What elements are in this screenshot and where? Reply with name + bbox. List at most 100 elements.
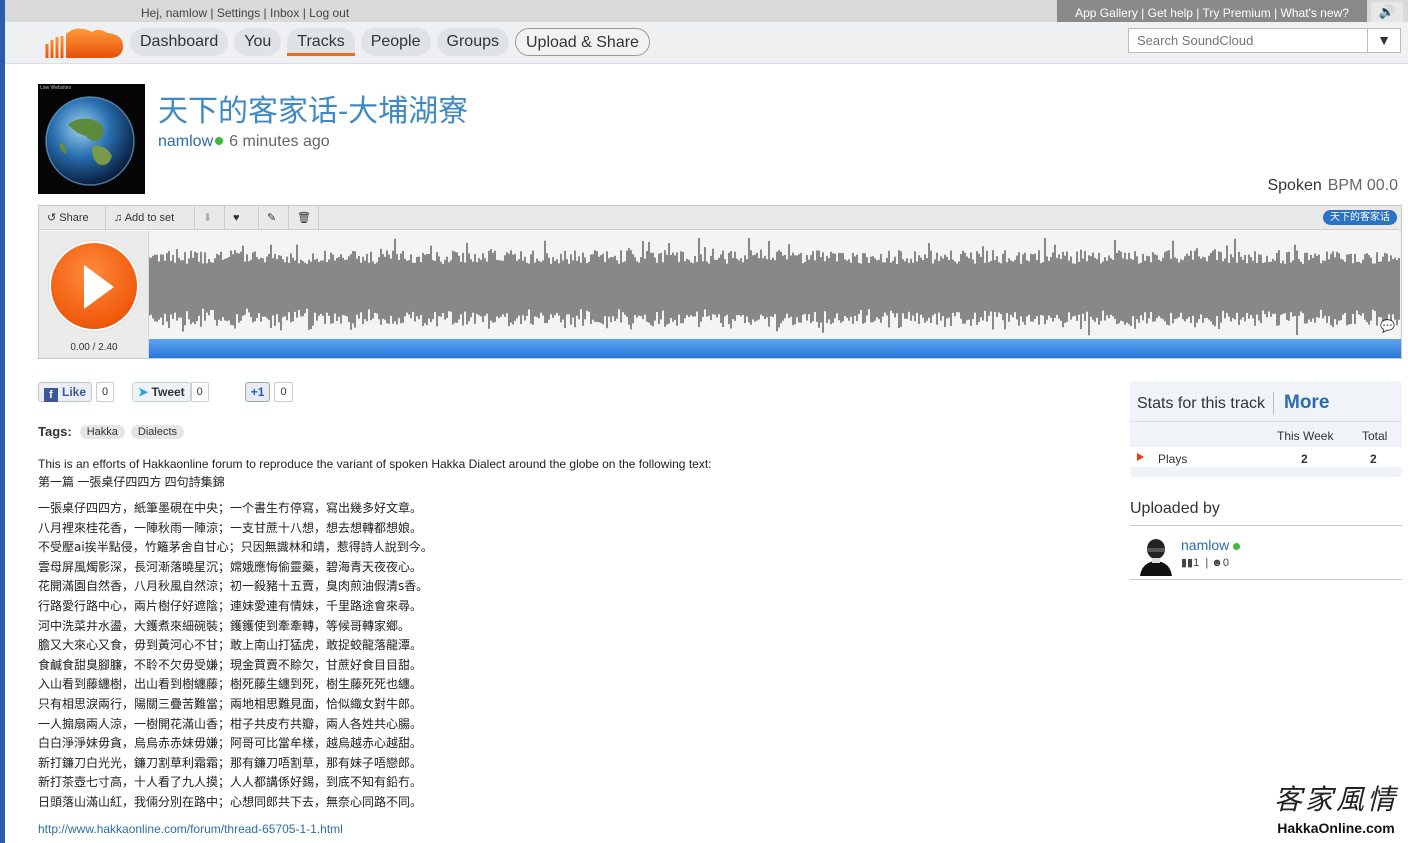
uploader-meta: ▮▮1 | ☻0 [1181, 557, 1229, 569]
poem-line: 一張桌仔四四方，紙筆墨硯在中央；一个書生冇停寫，寫出幾多好文章。 [38, 501, 423, 515]
stats-row-plays: Plays 2 2 [1130, 447, 1402, 467]
uploader-follower-count: 0 [1222, 557, 1229, 569]
add-to-set-button[interactable]: ♫ Add to set [106, 206, 195, 230]
app-links[interactable]: App Gallery | Get help | Try Premium | W… [1057, 0, 1367, 22]
search-box: ▼ [1128, 28, 1401, 53]
like-count: 0 [96, 381, 115, 402]
facebook-like-button[interactable]: f Like [38, 381, 93, 402]
delete-trash-icon[interactable]: 🗑 [289, 206, 319, 230]
stats-col-total: Total [1362, 429, 1388, 443]
upload-share-button[interactable]: Upload & Share [514, 28, 650, 56]
poem-text: 一張桌仔四四方，紙筆墨硯在中央；一个書生冇停寫，寫出幾多好文章。 八月裡來桂花香… [38, 499, 1088, 813]
uploaded-by-divider [1130, 525, 1402, 526]
share-icon: ↺ [47, 212, 57, 224]
hakkaonline-watermark: 客家風情 HakkaOnline.com [1266, 778, 1406, 836]
poem-line: 一人搧扇兩人涼，一樹開花滿山香；柑子共皮冇共瓣，兩人各姓共心腸。 [38, 716, 423, 731]
uploader-track-count: 1 [1193, 557, 1200, 569]
artwork-caption: Low Websites [40, 85, 72, 91]
user-links: Hej, namlow | Settings | Inbox | Log out [141, 6, 350, 20]
favorite-heart-icon[interactable]: ♥ [225, 206, 259, 230]
soundcloud-logo[interactable] [37, 24, 125, 60]
google-plus-one-button[interactable]: +1 [244, 381, 271, 402]
uploader-card: namlow ▮▮1 | ☻0 [1130, 534, 1402, 580]
greeting: Hej, [141, 6, 163, 20]
speaker-icon[interactable]: 🔊 [1371, 2, 1403, 22]
timecode: 0.00 / 2.40 [70, 342, 118, 353]
follower-icon: ☻ [1211, 557, 1223, 569]
track-user-link[interactable]: namlow [158, 133, 213, 150]
poem-line: 不受壓ai挨半點侵，竹籬茅舍自甘心；只因無識林和靖，惹得詩人說到今。 [38, 540, 433, 555]
stats-plays-label: Plays [1158, 452, 1188, 466]
search-dropdown-icon[interactable]: ▼ [1367, 29, 1400, 52]
uploader-name-text: namlow [1181, 537, 1230, 553]
tag-dialects[interactable]: Dialects [130, 424, 185, 439]
poem-line: 雲母屏風燭影深，長河漸落曉星沉；嫦娥應悔偷靈藥，碧海青天夜夜心。 [38, 559, 423, 574]
poem-line: 食鹹食甜臭腳臁，不聆不欠毋受嫌；現金買賣不賒欠，甘蔗好食目目甜。 [38, 657, 423, 672]
track-title: 天下的客家话-大埔湖寮 [158, 94, 469, 129]
add-to-set-label: Add to set [124, 212, 175, 224]
poem-line: 膽又大來心又食，毋到黃河心不甘；敢上南山打猛虎，敢捉蛟龍落龍潭。 [38, 638, 423, 653]
search-input[interactable] [1129, 29, 1365, 52]
watermark-english: HakkaOnline.com [1277, 820, 1395, 836]
tweet-count: 0 [190, 381, 209, 402]
settings-link[interactable]: Settings [217, 6, 260, 20]
uploader-avatar[interactable] [1134, 534, 1176, 576]
username-link[interactable]: namlow [166, 6, 207, 20]
facebook-icon: f [44, 387, 58, 402]
uploader-name[interactable]: namlow [1181, 537, 1241, 553]
play-icon [84, 265, 114, 309]
download-icon[interactable]: ⬇ [195, 206, 225, 230]
inbox-link[interactable]: Inbox [270, 6, 299, 20]
poem-line: 白白淨淨妹毋貪，烏烏赤赤妹毋嫌；阿哥可比當牟樣，越烏越赤心越甜。 [38, 736, 423, 751]
plus-one-count: 0 [274, 381, 293, 402]
nav-you[interactable]: You [234, 28, 282, 56]
waveform[interactable] [149, 231, 1401, 339]
nav-tracks[interactable]: Tracks [287, 28, 355, 56]
uploaded-by-section: Uploaded by [1130, 500, 1402, 526]
tweet-label: Tweet [151, 384, 185, 399]
uploader-online-icon [1233, 543, 1241, 550]
stats-divider [1130, 421, 1402, 422]
tags: Tags: Hakka Dialects [38, 424, 185, 439]
tag-hakka[interactable]: Hakka [79, 424, 125, 439]
nav-dashboard[interactable]: Dashboard [130, 28, 229, 56]
track-stats-panel: Stats for this track More This Week Tota… [1130, 381, 1402, 477]
online-status-icon [215, 137, 224, 145]
player-toolbar: ↺ Share ♫ Add to set ⬇ ♥ ✎ 🗑 天下的客家话 [39, 206, 1401, 230]
stats-more-link[interactable]: More [1273, 392, 1329, 414]
twitter-bird-icon: ➤ [138, 384, 149, 399]
track-description: This is an efforts of Hakkaonline forum … [38, 455, 1088, 491]
stats-title: Stats for this track [1137, 395, 1266, 412]
play-arrow-icon [1137, 453, 1144, 461]
track-tag-badge[interactable]: 天下的客家话 [1323, 210, 1397, 225]
site-header: Dashboard You Tracks People Groups Uploa… [5, 22, 1408, 64]
tweet-button[interactable]: ➤ Tweet [132, 381, 191, 402]
progress-bar[interactable] [149, 339, 1401, 358]
edit-pencil-icon[interactable]: ✎ [259, 206, 289, 230]
play-button[interactable] [49, 241, 139, 331]
bpm-label: BPM 00.0 [1327, 177, 1398, 194]
forum-link[interactable]: http://www.hakkaonline.com/forum/thread-… [38, 822, 343, 836]
nav-groups[interactable]: Groups [436, 28, 509, 56]
logout-link[interactable]: Log out [309, 6, 349, 20]
track-artwork[interactable]: Low Websites [38, 84, 145, 194]
stats-plays-week: 2 [1301, 452, 1308, 466]
tags-label: Tags: [38, 424, 72, 439]
poem-line: 八月裡來桂花香，一陣秋雨一陣涼；一支甘蔗十八想，想去想轉都想娘。 [38, 520, 423, 535]
poem-line: 只有相思淚兩行，陽關三疊苦難當；兩地相思難見面，恰似織女對牛郎。 [38, 696, 423, 711]
track-player: ↺ Share ♫ Add to set ⬇ ♥ ✎ 🗑 天下的客家话 0.00… [38, 205, 1402, 359]
main-nav: Dashboard You Tracks People Groups Uploa… [130, 28, 650, 56]
description-intro: This is an efforts of Hakkaonline forum … [38, 457, 712, 471]
track-byline: namlow 6 minutes ago [158, 133, 330, 151]
share-button[interactable]: ↺ Share [39, 206, 106, 230]
share-label: Share [59, 212, 89, 224]
nav-people[interactable]: People [360, 28, 431, 56]
description-heading: 第一篇 一張桌仔四四方 四句詩集錦 [38, 475, 225, 489]
comment-icon[interactable]: 💬 [1380, 319, 1395, 333]
track-time: 6 minutes ago [229, 133, 330, 150]
poem-line: 新打茶壺七寸高，十人看了九人摸；人人都講係好錫，到底不知有鉛冇。 [38, 775, 423, 790]
social-buttons: f Like 0 ➤ Tweet 0 +1 0 [38, 381, 293, 402]
poem-line: 行路愛行路中心，兩片樹仔好遮陰；連妹愛連有情妹，千里路途會來尋。 [38, 598, 423, 613]
poem-line: 花開滿園自然香，八月秋風自然涼；初一殺豬十五賣，臭肉煎油假清s香。 [38, 579, 429, 594]
genre-label[interactable]: Spoken [1267, 177, 1321, 194]
